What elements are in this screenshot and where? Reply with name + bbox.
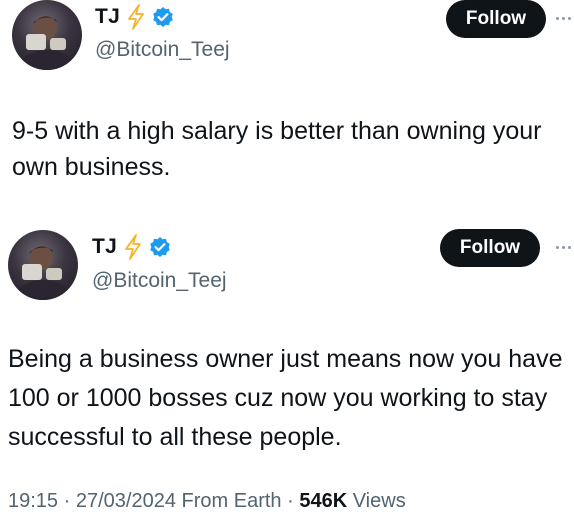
views-label: Views — [352, 490, 406, 512]
views-count[interactable]: 546K — [299, 490, 347, 512]
avatar[interactable] — [12, 0, 82, 70]
tweet-text: Being a business owner just means now yo… — [8, 345, 563, 451]
author-name[interactable]: TJ — [95, 5, 120, 29]
tweet-date[interactable]: 27/03/2024 — [76, 490, 176, 512]
verified-badge-icon — [152, 6, 174, 28]
author-handle[interactable]: @Bitcoin_Teej — [95, 38, 230, 62]
verified-badge-icon — [149, 236, 171, 258]
lightning-bolt-icon — [126, 4, 146, 30]
author-row: TJ — [92, 234, 171, 260]
more-options-icon[interactable] — [556, 246, 571, 249]
separator-dot: · — [63, 490, 76, 512]
tweet-time[interactable]: 19:15 — [8, 490, 58, 512]
separator-dot: · — [287, 490, 300, 512]
author-row: TJ — [95, 4, 174, 30]
author-name[interactable]: TJ — [92, 235, 117, 259]
tweet-2: TJ @Bitcoin_Teej Follow Being a business… — [0, 222, 574, 515]
lightning-bolt-icon — [123, 234, 143, 260]
author-handle[interactable]: @Bitcoin_Teej — [92, 269, 227, 293]
tweet-1: TJ @Bitcoin_Teej Follow 9-5 with a high … — [0, 0, 574, 210]
more-options-icon[interactable] — [556, 17, 571, 20]
follow-button[interactable]: Follow — [440, 229, 540, 267]
tweet-meta: 19:15 · 27/03/2024 From Earth · 546K Vie… — [8, 490, 406, 513]
follow-button[interactable]: Follow — [446, 0, 546, 38]
avatar[interactable] — [8, 230, 78, 300]
tweet-source: From Earth — [181, 490, 282, 512]
tweet-text: 9-5 with a high salary is better than ow… — [12, 117, 542, 181]
